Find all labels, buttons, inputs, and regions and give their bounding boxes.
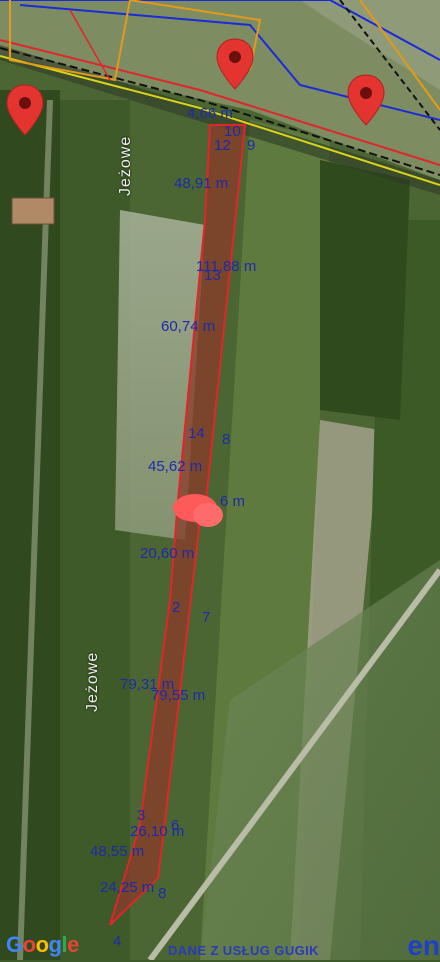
measurement-label: 45,62 m [148, 458, 203, 475]
measurement-label: 60,74 m [161, 318, 216, 335]
point-number: 3 [137, 807, 146, 824]
point-number: 14 [188, 425, 205, 442]
building [11, 197, 55, 225]
google-logo[interactable]: Google [6, 932, 79, 958]
measurement-label: 24,25 m [100, 879, 155, 896]
road-label: Jeżowe [84, 651, 101, 712]
location-pin-icon[interactable] [6, 84, 44, 136]
road-label: Jeżowe [117, 135, 134, 196]
measurement-label: 48,91 m [174, 175, 229, 192]
point-number: 8 [222, 431, 231, 448]
point-number: 12 [214, 137, 231, 154]
brand-logo: en [407, 930, 440, 961]
measurement-label: 20,60 m [140, 545, 195, 562]
measurement-label: 79,55 m [151, 687, 206, 704]
point-number: 7 [202, 609, 211, 626]
point-number: 13 [204, 267, 221, 284]
point-number: 8 [158, 885, 167, 902]
scribble-mark-2 [193, 503, 223, 527]
map-footer: Google DANE Z USŁUG GUGIK en [0, 930, 440, 961]
location-pin-icon[interactable] [216, 38, 254, 90]
measurement-label: 4,66 m [187, 105, 233, 122]
measurement-label: 6 m [220, 493, 246, 510]
point-number: 6 [171, 817, 180, 834]
point-number: 9 [247, 137, 256, 154]
measurement-label: 48,55 m [90, 843, 145, 860]
location-pin-icon[interactable] [347, 74, 385, 126]
data-attribution: DANE Z USŁUG GUGIK [168, 943, 319, 958]
tree-cluster-right [320, 160, 410, 420]
point-number: 2 [172, 599, 181, 616]
